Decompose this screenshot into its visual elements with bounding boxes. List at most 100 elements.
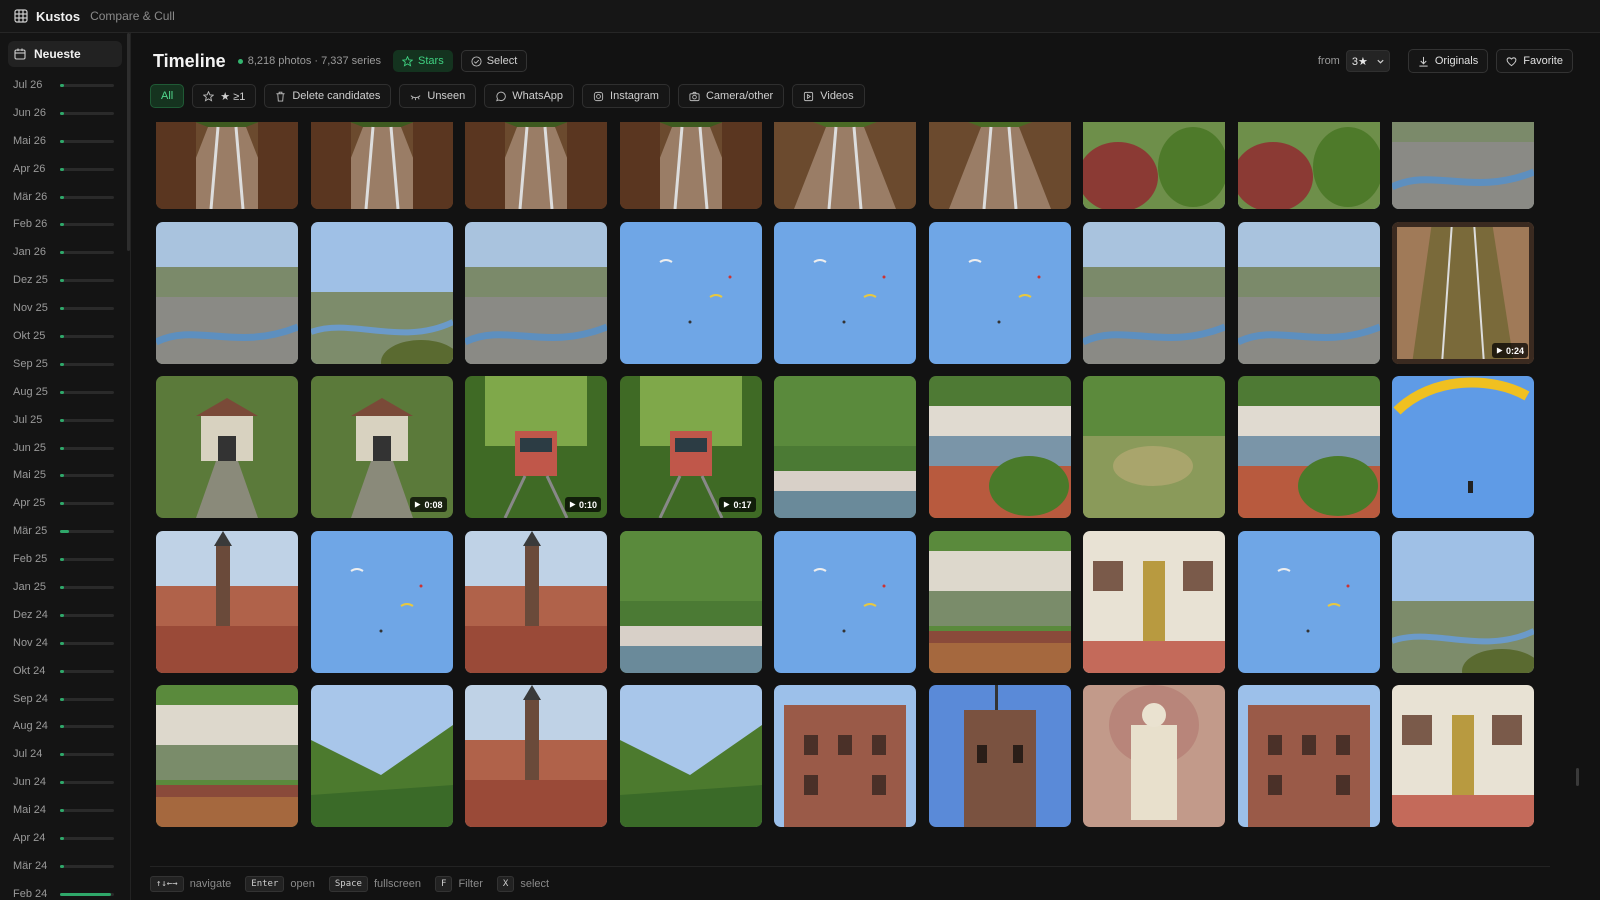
grid-scrollbar[interactable] — [1576, 768, 1579, 786]
originals-button[interactable]: Originals — [1407, 49, 1489, 73]
month-density-fill — [60, 251, 64, 255]
sidebar-month-item[interactable]: Jun 24 — [0, 768, 130, 796]
sidebar-month-item[interactable]: Jun 25 — [0, 434, 130, 462]
sidebar-month-item[interactable]: Nov 24 — [0, 629, 130, 657]
photo-thumbnail[interactable] — [928, 122, 1071, 209]
sidebar-month-item[interactable]: Apr 26 — [0, 155, 130, 183]
photo-thumbnail[interactable] — [774, 684, 916, 827]
sidebar-month-item[interactable]: Jul 26 — [0, 71, 130, 99]
filter-chip-delete-candidates[interactable]: Delete candidates — [264, 84, 392, 108]
sidebar-month-item[interactable]: Mai 25 — [0, 461, 130, 489]
video-thumbnail[interactable]: 0:24 — [1392, 222, 1534, 364]
photo-thumbnail[interactable] — [1392, 376, 1534, 519]
photo-thumbnail[interactable] — [1237, 684, 1380, 827]
sidebar-month-item[interactable]: Aug 25 — [0, 378, 130, 406]
photo-thumbnail[interactable] — [156, 122, 298, 209]
stars-toggle[interactable]: Stars — [393, 50, 453, 72]
photo-thumbnail[interactable] — [774, 122, 916, 209]
favorite-button[interactable]: Favorite — [1496, 49, 1573, 73]
sidebar-month-item[interactable]: Sep 24 — [0, 685, 130, 713]
sidebar-month-item[interactable]: Jun 26 — [0, 99, 130, 127]
photo-thumbnail[interactable] — [156, 530, 298, 673]
camera-icon — [689, 91, 700, 101]
select-button[interactable]: Select — [460, 50, 528, 72]
sidebar-month-item[interactable]: Aug 24 — [0, 712, 130, 740]
photo-thumbnail[interactable] — [1083, 684, 1225, 827]
photo-thumbnail[interactable] — [619, 530, 762, 673]
sidebar-month-item[interactable]: Feb 24 — [0, 880, 130, 900]
photo-thumbnail[interactable] — [1083, 376, 1225, 519]
photo-thumbnail[interactable] — [156, 376, 298, 519]
photo-thumbnail[interactable] — [774, 222, 916, 364]
sidebar-month-item[interactable]: Mär 24 — [0, 852, 130, 880]
photo-thumbnail[interactable] — [156, 222, 298, 364]
sidebar-month-item[interactable]: Okt 24 — [0, 657, 130, 685]
min-stars-select[interactable]: 3★ — [1345, 50, 1390, 72]
photo-image — [1392, 684, 1534, 827]
app-subtitle: Compare & Cull — [90, 9, 175, 23]
instagram-icon — [593, 91, 604, 101]
video-duration-badge: 0:24 — [1491, 343, 1528, 358]
photo-thumbnail[interactable] — [1392, 122, 1534, 209]
photo-thumbnail[interactable] — [1237, 530, 1380, 673]
sidebar-month-item[interactable]: Dez 24 — [0, 601, 130, 629]
sidebar-month-item[interactable]: Dez 25 — [0, 266, 130, 294]
video-thumbnail[interactable]: 0:10 — [465, 376, 607, 519]
sidebar-month-item[interactable]: Jul 24 — [0, 740, 130, 768]
sidebar-month-item[interactable]: Mai 24 — [0, 796, 130, 824]
sidebar-month-item[interactable]: Mär 25 — [0, 517, 130, 545]
photo-thumbnail[interactable] — [465, 684, 607, 827]
photo-thumbnail[interactable] — [619, 684, 762, 827]
photo-thumbnail[interactable] — [310, 222, 453, 364]
photo-thumbnail[interactable] — [310, 530, 453, 673]
photo-thumbnail[interactable] — [928, 222, 1071, 364]
photo-thumbnail[interactable] — [156, 684, 298, 827]
filter-chip-whatsapp[interactable]: WhatsApp — [484, 84, 575, 108]
photo-thumbnail[interactable] — [928, 684, 1071, 827]
sidebar-month-item[interactable]: Apr 25 — [0, 489, 130, 517]
sidebar-month-item[interactable]: Jan 25 — [0, 573, 130, 601]
photo-thumbnail[interactable] — [774, 376, 916, 519]
photo-image — [1083, 222, 1225, 364]
photo-thumbnail[interactable] — [1237, 122, 1380, 209]
sidebar-month-item[interactable]: Sep 25 — [0, 350, 130, 378]
sidebar-month-item[interactable]: Okt 25 — [0, 322, 130, 350]
sidebar-month-item[interactable]: Jul 25 — [0, 406, 130, 434]
photo-thumbnail[interactable] — [465, 530, 607, 673]
photo-thumbnail[interactable] — [774, 530, 916, 673]
sidebar-month-item[interactable]: Apr 24 — [0, 824, 130, 852]
sidebar-month-item[interactable]: Mai 26 — [0, 127, 130, 155]
photo-thumbnail[interactable] — [1083, 122, 1225, 209]
photo-thumbnail[interactable] — [1237, 222, 1380, 364]
photo-thumbnail[interactable] — [1083, 530, 1225, 673]
photo-thumbnail[interactable] — [465, 222, 607, 364]
filter-chip-instagram[interactable]: Instagram — [582, 84, 670, 108]
photo-thumbnail[interactable] — [465, 122, 607, 209]
photo-thumbnail[interactable] — [928, 530, 1071, 673]
sidebar-month-item[interactable]: Mär 26 — [0, 183, 130, 211]
video-thumbnail[interactable]: 0:08 — [310, 376, 453, 519]
filter-chip-all[interactable]: All — [150, 84, 185, 108]
photo-thumbnail[interactable] — [619, 122, 762, 209]
filter-chip-camera-other[interactable]: Camera/other — [677, 84, 785, 108]
filter-bar: All ★ ≥1 Delete candidates Unseen WhatsApp In… — [150, 84, 873, 108]
photo-thumbnail[interactable] — [619, 222, 762, 364]
month-density-fill — [60, 418, 64, 422]
photo-thumbnail[interactable] — [310, 122, 453, 209]
photo-thumbnail[interactable] — [310, 684, 453, 827]
photo-thumbnail[interactable] — [1237, 376, 1380, 519]
photo-thumbnail[interactable] — [1392, 530, 1534, 673]
photo-thumbnail[interactable] — [928, 376, 1071, 519]
sidebar-month-item[interactable]: Jan 26 — [0, 238, 130, 266]
photo-thumbnail[interactable] — [1083, 222, 1225, 364]
sidebar-month-item[interactable]: Feb 25 — [0, 545, 130, 573]
month-density-fill — [60, 892, 112, 896]
sidebar-month-item[interactable]: Nov 25 — [0, 294, 130, 322]
photo-thumbnail[interactable] — [1392, 684, 1534, 827]
filter-chip-videos[interactable]: Videos — [792, 84, 865, 108]
video-thumbnail[interactable]: 0:17 — [619, 376, 762, 519]
filter-chip-1[interactable]: ★ ≥1 — [192, 84, 257, 108]
filter-chip-unseen[interactable]: Unseen — [399, 84, 477, 108]
sidebar-item-newest[interactable]: Neueste — [8, 41, 122, 67]
sidebar-month-item[interactable]: Feb 26 — [0, 210, 130, 238]
